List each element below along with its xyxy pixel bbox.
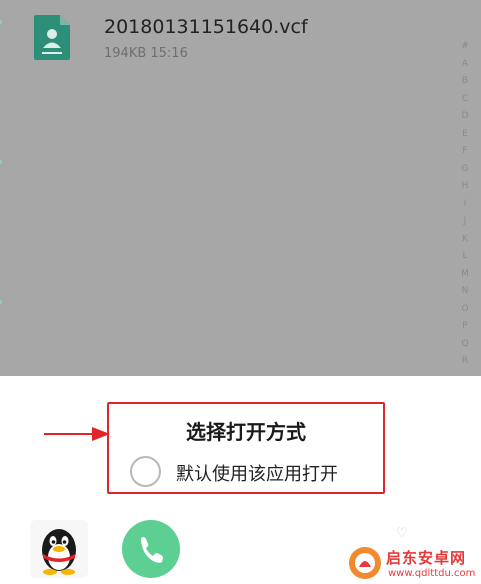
index-letter[interactable]: H [459, 178, 471, 196]
index-letter[interactable]: Q [459, 336, 471, 354]
qq-app-button[interactable] [30, 520, 88, 578]
dimmed-background[interactable]: 20180131151640.vcf 194KB 15:16 # A B C D E F G H… [0, 0, 481, 376]
index-letter[interactable]: N [459, 283, 471, 301]
index-letter[interactable]: D [459, 108, 471, 126]
phone-app-button[interactable] [122, 520, 180, 578]
index-letter[interactable]: B [459, 73, 471, 91]
file-meta: 194KB 15:16 [104, 46, 188, 61]
watermark-url: www.qdlttdu.com [388, 568, 476, 579]
index-letter[interactable]: I [459, 196, 471, 214]
file-list-item[interactable]: 20180131151640.vcf 194KB 15:16 [0, 0, 481, 80]
index-letter[interactable]: # [459, 38, 471, 56]
watermark: 启东安卓网 www.qdlttdu.com [348, 544, 481, 584]
file-name: 20180131151640.vcf [104, 16, 308, 38]
edge-mark [0, 160, 2, 164]
qq-penguin-icon [42, 529, 76, 575]
index-letter[interactable]: C [459, 91, 471, 109]
watermark-text: 启东安卓网 [386, 549, 467, 567]
index-letter[interactable]: G [459, 161, 471, 179]
index-letter[interactable]: E [459, 126, 471, 144]
annotation-arrow-icon [44, 427, 110, 441]
index-letter[interactable]: L [459, 248, 471, 266]
index-letter[interactable]: R [459, 353, 471, 371]
watermark-logo-icon [349, 547, 381, 579]
index-letter[interactable]: A [459, 56, 471, 74]
alphabet-index-bar[interactable]: # A B C D E F G H I J K L M N O P Q R [459, 38, 471, 371]
index-letter[interactable]: K [459, 231, 471, 249]
index-letter[interactable]: O [459, 301, 471, 319]
index-letter[interactable]: J [459, 213, 471, 231]
index-letter[interactable]: M [459, 266, 471, 284]
index-letter[interactable]: F [459, 143, 471, 161]
phone-handset-icon [141, 537, 163, 563]
default-app-radio[interactable] [130, 456, 161, 487]
sheet-title: 选择打开方式 [186, 420, 306, 444]
vcf-file-icon [34, 15, 70, 60]
index-letter[interactable]: P [459, 318, 471, 336]
edge-mark [0, 300, 2, 304]
faint-app-icon[interactable]: ♡ [396, 526, 408, 541]
default-app-label: 默认使用该应用打开 [176, 464, 338, 485]
